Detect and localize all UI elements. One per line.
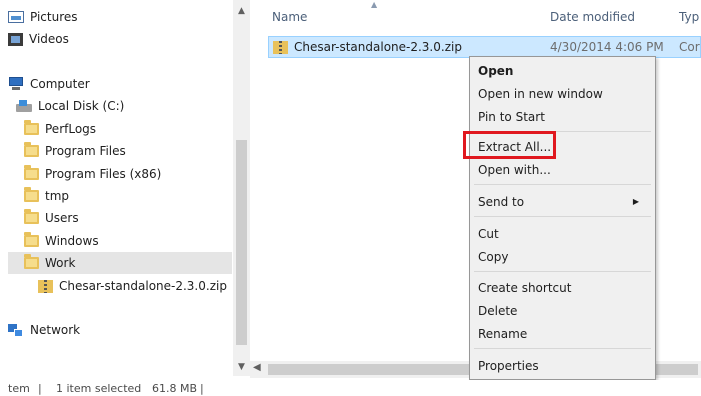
- menu-item-label: Send to: [478, 195, 525, 209]
- nav-item-label: tmp: [45, 189, 70, 203]
- nav-item-label: Network: [30, 323, 81, 337]
- scroll-left-arrow-icon[interactable]: ◀: [253, 362, 261, 373]
- scrollbar-thumb[interactable]: [236, 140, 247, 345]
- nav-item-label: Chesar-standalone-2.3.0.zip: [59, 279, 227, 293]
- nav-item-label: Users: [45, 211, 79, 225]
- folder-icon: [24, 232, 39, 247]
- computer-icon: [8, 77, 24, 91]
- nav-item-chesar-zip[interactable]: Chesar-standalone-2.3.0.zip: [38, 275, 227, 297]
- navigation-scrollbar[interactable]: ▲ ▼: [233, 0, 250, 376]
- nav-item-windows[interactable]: Windows: [24, 230, 99, 252]
- menu-item-open-with[interactable]: Open with...: [478, 159, 551, 181]
- menu-item-rename[interactable]: Rename: [478, 323, 527, 345]
- submenu-arrow-icon: ▶: [632, 197, 639, 206]
- network-icon: [8, 323, 24, 337]
- nav-item-label: Videos: [29, 32, 69, 46]
- nav-item-tmp[interactable]: tmp: [24, 185, 69, 207]
- nav-item-work[interactable]: Work: [8, 252, 232, 274]
- nav-item-local-disk[interactable]: Local Disk (C:): [16, 95, 124, 117]
- scroll-up-arrow-icon[interactable]: ▲: [233, 6, 250, 16]
- nav-item-network[interactable]: Network: [8, 319, 80, 341]
- nav-item-computer[interactable]: Computer: [8, 73, 90, 95]
- nav-item-label: Program Files (x86): [45, 167, 162, 181]
- nav-item-pictures[interactable]: Pictures: [8, 6, 78, 28]
- nav-item-label: Local Disk (C:): [38, 99, 125, 113]
- folder-icon: [24, 120, 39, 135]
- nav-item-program-files[interactable]: Program Files: [24, 140, 126, 162]
- status-item-count: tem: [8, 382, 30, 395]
- zip-archive-icon: [38, 279, 53, 293]
- nav-item-label: Computer: [30, 77, 90, 91]
- menu-item-delete[interactable]: Delete: [478, 300, 517, 322]
- menu-item-open[interactable]: Open: [478, 60, 513, 82]
- status-bar: tem | 1 item selected 61.8 MB |: [0, 380, 701, 396]
- file-date-modified: 4/30/2014 4:06 PM: [550, 40, 664, 54]
- menu-item-properties[interactable]: Properties: [478, 355, 539, 377]
- column-header-type[interactable]: Typ: [679, 0, 699, 34]
- nav-item-users[interactable]: Users: [24, 207, 79, 229]
- column-header-name[interactable]: Name: [272, 0, 307, 34]
- extract-all-highlight-box: [463, 131, 556, 159]
- nav-item-perflogs[interactable]: PerfLogs: [24, 118, 96, 140]
- nav-item-label: Windows: [45, 234, 99, 248]
- menu-separator: [474, 184, 651, 185]
- nav-item-program-files-x86[interactable]: Program Files (x86): [24, 163, 161, 185]
- menu-separator: [474, 216, 651, 217]
- nav-item-videos[interactable]: Videos: [8, 28, 69, 50]
- status-separator: |: [200, 382, 204, 395]
- column-header-date-modified[interactable]: Date modified: [550, 0, 635, 34]
- zip-archive-icon: [273, 40, 288, 54]
- nav-item-label: PerfLogs: [45, 122, 97, 136]
- menu-item-copy[interactable]: Copy: [478, 246, 508, 268]
- status-separator: |: [38, 382, 42, 395]
- menu-item-create-shortcut[interactable]: Create shortcut: [478, 277, 571, 299]
- videos-icon: [8, 32, 23, 46]
- menu-separator: [474, 348, 651, 349]
- menu-item-cut[interactable]: Cut: [478, 223, 499, 245]
- folder-icon: [24, 254, 39, 269]
- nav-item-label: Program Files: [45, 144, 126, 158]
- folder-icon: [24, 187, 39, 202]
- menu-item-send-to[interactable]: Send to ▶: [478, 191, 647, 213]
- folder-icon: [24, 165, 39, 180]
- pictures-icon: [8, 11, 24, 23]
- folder-icon: [24, 142, 39, 157]
- file-row[interactable]: Chesar-standalone-2.3.0.zip 4/30/2014 4:…: [268, 36, 701, 58]
- file-name: Chesar-standalone-2.3.0.zip: [294, 40, 462, 54]
- file-type: Cor: [679, 40, 700, 54]
- menu-separator: [474, 271, 651, 272]
- status-selected-size: 61.8 MB: [152, 382, 198, 395]
- sort-ascending-icon: ▲: [371, 0, 378, 9]
- local-disk-icon: [16, 100, 32, 112]
- folder-icon: [24, 209, 39, 224]
- navigation-pane: Pictures Videos Computer Local Disk (C:)…: [0, 0, 232, 376]
- context-menu: Open Open in new window Pin to Start Ext…: [469, 56, 656, 380]
- scroll-down-arrow-icon[interactable]: ▼: [233, 362, 250, 372]
- status-selected-count: 1 item selected: [56, 382, 142, 395]
- menu-item-open-new-window[interactable]: Open in new window: [478, 83, 603, 105]
- nav-item-label: Pictures: [30, 10, 78, 24]
- menu-item-pin-to-start[interactable]: Pin to Start: [478, 106, 545, 128]
- nav-item-label: Work: [45, 256, 76, 270]
